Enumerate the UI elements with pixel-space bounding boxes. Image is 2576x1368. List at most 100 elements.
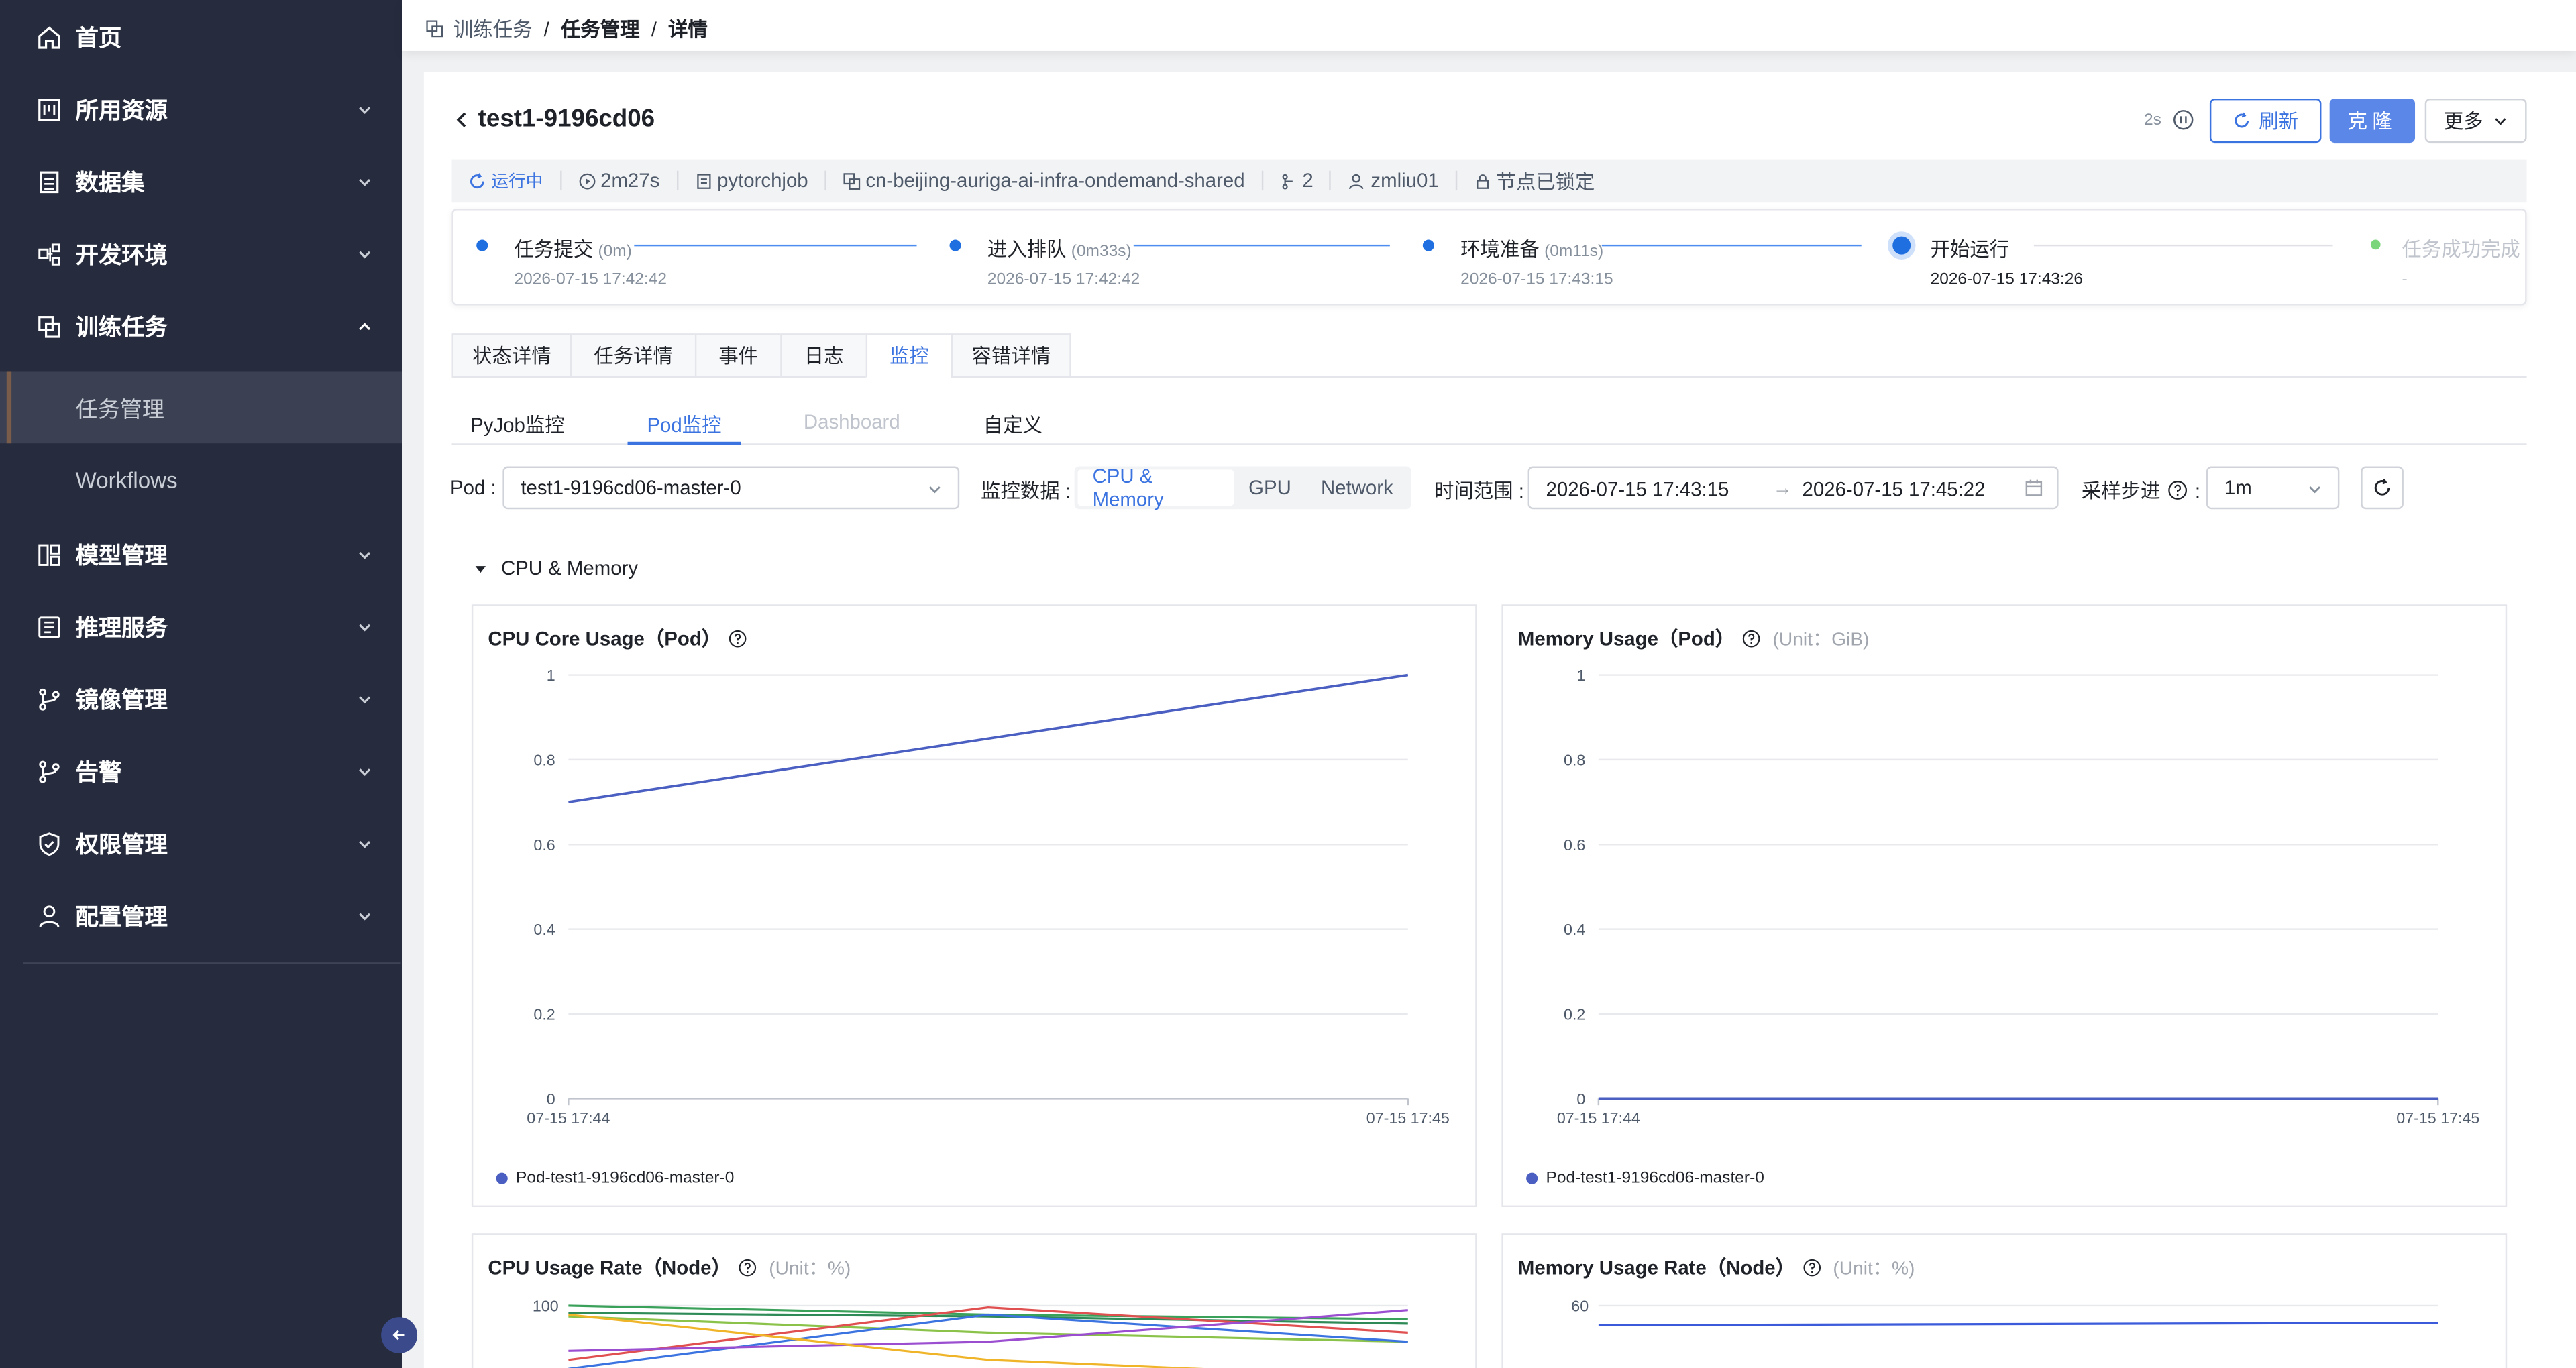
range-start[interactable]: 2026-07-15 17:43:15 (1546, 478, 1729, 501)
tab-label: 监控 (890, 345, 929, 368)
nav-item-home[interactable]: 首页 (0, 1, 402, 74)
lock-icon (1476, 173, 1489, 188)
inference-icon (38, 616, 60, 638)
reload-button[interactable] (2361, 466, 2404, 510)
range-end[interactable]: 2026-07-15 17:45:22 (1803, 478, 1986, 501)
y-tick-label: 0 (547, 1090, 555, 1108)
y-tick-label: 100 (533, 1298, 559, 1315)
tab-task-detail[interactable]: 任务详情 (570, 333, 697, 378)
tab-events[interactable]: 事件 (694, 333, 782, 378)
step-select[interactable]: 1m (2206, 466, 2340, 510)
chevron-down-icon (929, 486, 941, 494)
step-label-group: 采样步进 : (2082, 476, 2200, 504)
step-connector (1601, 244, 1862, 247)
help-icon[interactable] (2167, 479, 2188, 501)
nav-item-config[interactable]: 配置管理 (0, 880, 402, 953)
step-time: - (2402, 271, 2408, 290)
chart-svg: 60 (1571, 1298, 2438, 1326)
chevron-down-icon (359, 551, 371, 559)
cluster-icon (843, 172, 860, 189)
tab-label: 日志 (804, 345, 844, 368)
chart-legend[interactable]: Pod-test1-9196cd06-master-0 (496, 1170, 734, 1188)
range-label: 时间范围 : (1434, 479, 1524, 503)
tab-monitoring[interactable]: 监控 (865, 333, 953, 378)
progress-steps: 任务提交 (0m) 2026-07-15 17:42:42 进入排队 (0m33s)… (451, 209, 2528, 306)
breadcrumb-item-training[interactable]: 训练任务 (453, 15, 533, 43)
y-tick-label: 0.6 (1564, 836, 1585, 854)
tab-status-detail[interactable]: 状态详情 (451, 333, 572, 378)
more-label: 更多 (2443, 110, 2483, 133)
tab-fault-tolerance[interactable]: 容错详情 (951, 333, 1071, 378)
nav-item-training[interactable]: 训练任务 (0, 290, 402, 363)
model-icon (38, 544, 60, 566)
x-tick-label: 07-15 17:44 (1557, 1109, 1640, 1127)
info-lock: 节点已锁定 (1457, 170, 1611, 193)
breadcrumb-item-task-management[interactable]: 任务管理 (561, 15, 640, 43)
chevron-down-icon (359, 624, 371, 632)
caret-down-icon (475, 565, 486, 572)
more-button[interactable]: 更多 (2424, 98, 2527, 144)
pause-icon[interactable] (2172, 109, 2195, 131)
info-user: zmliu01 (1332, 169, 1457, 192)
home-icon (38, 26, 60, 49)
tab-logs[interactable]: 日志 (780, 333, 868, 378)
monitor-subtabs: PyJob监控 Pod监控 Dashboard 自定义 (451, 410, 2527, 445)
nav-item-inference[interactable]: 推理服务 (0, 591, 402, 664)
nav-sub-task-management[interactable]: 任务管理 (0, 371, 403, 444)
nav-item-alert[interactable]: 告警 (0, 736, 402, 808)
chevron-down-icon (2309, 486, 2320, 494)
info-type: pytorchjob (678, 169, 826, 192)
job-info-bar: 运行中 2m27s pytorchjob cn-beijing-auriga-a… (451, 159, 2527, 203)
subtab-pod[interactable]: Pod监控 (627, 410, 741, 445)
info-duration: 2m27s (561, 169, 678, 192)
chevron-down-icon (359, 179, 371, 186)
breadcrumb-separator: / (651, 17, 657, 41)
nav-item-model[interactable]: 模型管理 (0, 519, 402, 591)
y-tick-label: 1 (1576, 667, 1585, 684)
chart-legend[interactable]: Pod-test1-9196cd06-master-0 (1526, 1170, 1764, 1188)
subtab-pyjob[interactable]: PyJob监控 (451, 410, 583, 445)
metric-option-gpu[interactable]: GPU (1234, 469, 1306, 506)
nav-item-image[interactable]: 镜像管理 (0, 663, 402, 736)
chevron-down-icon (359, 107, 371, 115)
metric-option-network[interactable]: Network (1306, 469, 1408, 506)
nav-item-label: 配置管理 (75, 903, 168, 930)
nav-item-dev-env[interactable]: 开发环境 (0, 219, 402, 291)
sidebar-collapse-button[interactable] (381, 1317, 418, 1353)
metric-option-cpu-memory[interactable]: CPU & Memory (1077, 465, 1234, 511)
status-badge: 运行中 (451, 170, 561, 191)
step-duration: (0m) (598, 243, 632, 262)
chart-svg: 100 (533, 1298, 1408, 1368)
nav-item-permission[interactable]: 权限管理 (0, 808, 402, 880)
step-select-value: 1m (2224, 476, 2252, 500)
tabs-divider (1069, 376, 2527, 378)
info-cluster: cn-beijing-auriga-ai-infra-ondemand-shar… (826, 169, 1263, 192)
step-duration: (0m11s) (1544, 243, 1604, 262)
arrow-left-icon (392, 1330, 405, 1341)
step-queue: 进入排队 (0m33s) 2026-07-15 17:42:42 (926, 210, 1399, 306)
user-text: zmliu01 (1371, 169, 1439, 192)
nav-item-label: 权限管理 (75, 831, 168, 858)
time-range-picker[interactable]: 2026-07-15 17:43:15 → 2026-07-15 17:45:2… (1527, 466, 2059, 510)
nav-item-resources[interactable]: 所用资源 (0, 74, 402, 146)
step-complete: 任务成功完成 - (2346, 210, 2528, 306)
step-dot (949, 239, 961, 251)
detail-tabs: 状态详情 任务详情 事件 日志 监控 容错详情 (451, 333, 1071, 378)
back-arrow-icon[interactable] (451, 110, 471, 129)
nav-item-label: 推理服务 (75, 614, 168, 641)
legend-swatch (1526, 1172, 1538, 1184)
nav-item-dataset[interactable]: 数据集 (0, 146, 402, 219)
step-running: 开始运行 2026-07-15 17:43:26 (1873, 210, 2346, 306)
y-tick-label: 0 (1576, 1090, 1585, 1108)
clone-button[interactable]: 克隆 (2329, 98, 2416, 144)
chevron-down-icon (359, 251, 371, 259)
y-tick-label: 0.2 (533, 1006, 555, 1023)
chart-panel-cpu-core-usage: CPU Core Usage（Pod） 1 0.8 0.6 0.4 0.2 0 07-15 … (471, 604, 1477, 1208)
section-cpu-memory[interactable]: CPU & Memory (473, 557, 638, 579)
refresh-icon (2235, 112, 2249, 128)
step-dot (1422, 239, 1434, 251)
nav-sub-workflows[interactable]: Workflows (0, 443, 402, 516)
pod-select[interactable]: test1-9196cd06-master-0 (502, 466, 960, 510)
subtab-custom[interactable]: 自定义 (961, 410, 1065, 445)
refresh-button[interactable]: 刷新 (2209, 98, 2322, 144)
